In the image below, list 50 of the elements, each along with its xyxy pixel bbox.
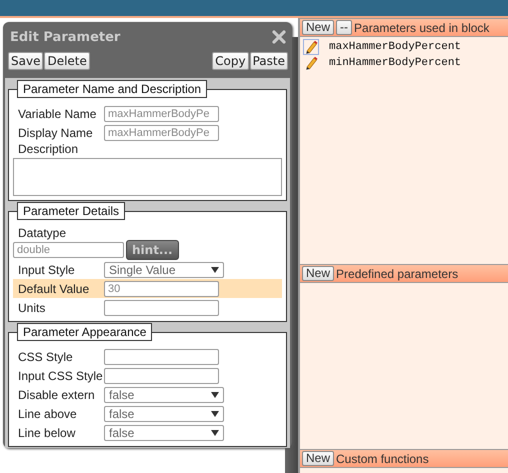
- pencil-icon: [304, 56, 318, 70]
- parameter-name[interactable]: maxHammerBodyPercent: [329, 41, 462, 53]
- field-label: Input Style: [17, 262, 76, 276]
- input-field[interactable]: [104, 348, 219, 364]
- dialog-title: Edit Parameter: [10, 30, 120, 44]
- pencil-icon: [304, 40, 318, 54]
- toolbar-button[interactable]: Paste: [250, 52, 288, 70]
- field-label: Line below: [17, 426, 76, 440]
- toolbar-button[interactable]: Save: [8, 52, 44, 70]
- field-label: Description: [17, 142, 80, 156]
- section-legend: Parameter Name and Description: [17, 80, 208, 98]
- section-legend: Parameter Appearance: [17, 323, 152, 341]
- field-label: Default Value: [17, 282, 90, 296]
- field-label: Disable extern: [17, 388, 96, 402]
- input-field[interactable]: maxHammerBodyPe: [104, 106, 219, 122]
- input-field[interactable]: maxHammerBodyPe: [104, 124, 219, 140]
- header-button[interactable]: New: [302, 20, 334, 35]
- input-field[interactable]: [104, 368, 219, 384]
- dropdown[interactable]: Single Value: [104, 262, 224, 278]
- input-field[interactable]: 30: [104, 280, 219, 296]
- field-label: Display Name: [17, 126, 94, 140]
- caret-icon: [211, 392, 219, 398]
- parameter-name[interactable]: minHammerBodyPercent: [329, 57, 462, 69]
- text-area[interactable]: [13, 158, 282, 196]
- edit-button[interactable]: [303, 55, 319, 71]
- dropdown[interactable]: false: [104, 386, 224, 402]
- panel-title: Custom functions: [336, 452, 429, 466]
- caret-icon: [211, 430, 219, 436]
- input-field[interactable]: [104, 300, 219, 316]
- caret-icon: [211, 266, 219, 272]
- field-label: CSS Style: [17, 350, 74, 364]
- field-label: Variable Name: [17, 106, 98, 120]
- input-field[interactable]: double: [13, 242, 124, 258]
- close-icon[interactable]: [272, 30, 286, 44]
- caret-icon: [211, 410, 219, 416]
- field-label: Line above: [17, 406, 78, 420]
- field-label: Input CSS Style: [17, 368, 104, 382]
- toolbar-button[interactable]: Delete: [44, 52, 90, 70]
- header-button[interactable]: New: [302, 266, 334, 281]
- dropdown[interactable]: false: [104, 406, 224, 422]
- panel-title: Predefined parameters: [336, 266, 458, 280]
- edit-button[interactable]: [303, 39, 319, 55]
- header-button[interactable]: --: [336, 20, 352, 35]
- dropdown[interactable]: false: [104, 424, 224, 440]
- toolbar-button[interactable]: Copy: [212, 52, 249, 70]
- header-button[interactable]: New: [302, 451, 334, 466]
- field-label: Units: [17, 300, 46, 314]
- section-legend: Parameter Details: [17, 202, 126, 220]
- field-label: Datatype: [17, 226, 68, 240]
- panel-title: Parameters used in block: [354, 20, 490, 34]
